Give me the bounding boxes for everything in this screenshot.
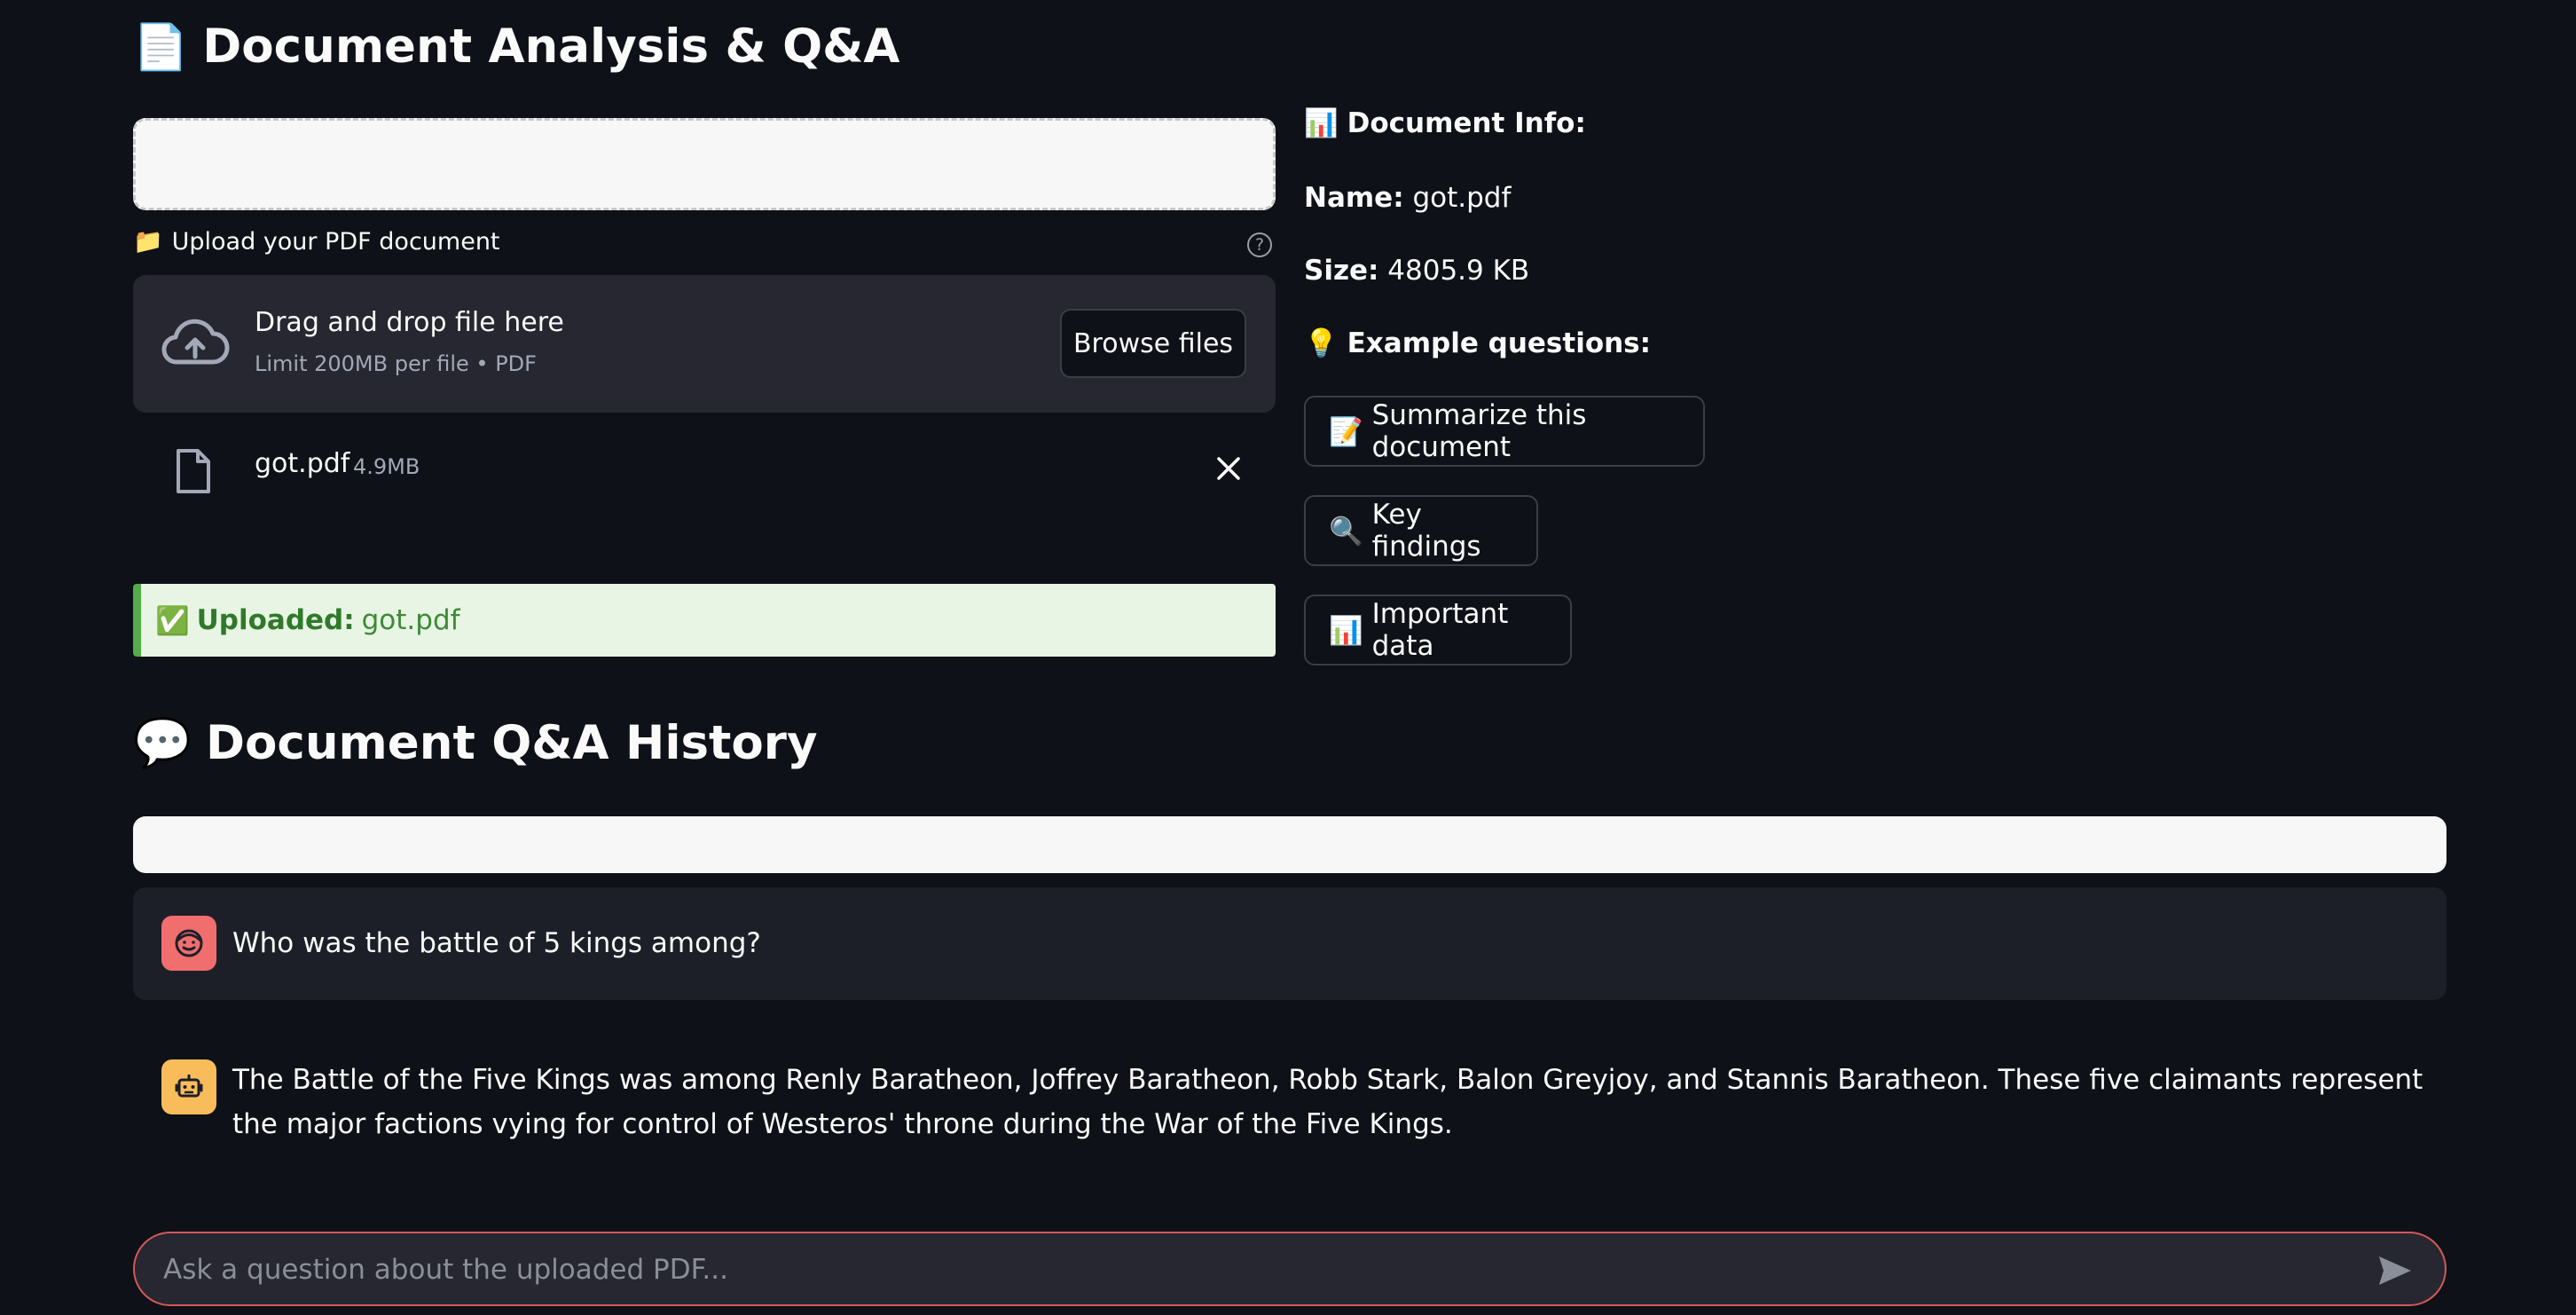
upload-label: 📁 Upload your PDF document — [133, 227, 500, 256]
chat-input[interactable] — [161, 1246, 2365, 1294]
document-name-value: got.pdf — [1412, 182, 1512, 214]
file-dropzone[interactable]: Drag and drop file here Limit 200MB per … — [133, 275, 1276, 413]
user-message-text: Who was the battle of 5 kings among? — [232, 927, 761, 959]
success-value: got.pdf — [361, 604, 460, 636]
user-avatar-icon — [161, 916, 216, 971]
close-icon[interactable] — [1215, 455, 1242, 482]
chat-message-user: Who was the battle of 5 kings among? — [133, 887, 2446, 1000]
example-questions-heading-text: Example questions: — [1347, 327, 1652, 359]
browse-files-button[interactable]: Browse files — [1060, 309, 1246, 378]
bar-chart-icon: 📊 — [1304, 107, 1339, 139]
check-icon: ✅ — [155, 604, 190, 637]
history-title-row: 💬 Document Q&A History — [133, 713, 818, 775]
send-icon[interactable] — [2377, 1255, 2413, 1287]
dropzone-title: Drag and drop file here — [255, 307, 564, 338]
document-name-line: Name: got.pdf — [1304, 182, 1511, 214]
important-data-button[interactable]: 📊 Important data — [1304, 595, 1572, 665]
chat-message-assistant: The Battle of the Five Kings was among R… — [133, 1038, 2446, 1154]
document-info-heading: 📊 Document Info: — [1304, 106, 1586, 140]
folder-icon: 📁 — [133, 228, 163, 256]
file-icon — [177, 449, 210, 493]
bar-chart-icon: 📊 — [1329, 614, 1363, 647]
lightbulb-icon: 💡 — [1304, 327, 1339, 359]
success-label: Uploaded: — [196, 604, 355, 636]
key-findings-button-label: Key findings — [1371, 499, 1481, 563]
history-title: Document Q&A History — [206, 716, 818, 770]
upload-success-banner: ✅ Uploaded: got.pdf — [133, 584, 1276, 657]
document-size-label: Size: — [1304, 255, 1379, 287]
uploaded-file-name: got.pdf — [255, 448, 350, 479]
memo-icon: 📝 — [1329, 415, 1363, 448]
document-name-label: Name: — [1304, 182, 1404, 214]
upload-placeholder-bar — [133, 118, 1276, 210]
document-size-line: Size: 4805.9 KB — [1304, 255, 1529, 287]
document-info-heading-text: Document Info: — [1347, 106, 1586, 139]
history-placeholder-bar — [133, 816, 2446, 873]
speech-bubble-icon: 💬 — [133, 716, 192, 770]
magnifier-icon: 🔍 — [1329, 515, 1363, 547]
example-questions-heading: 💡 Example questions: — [1304, 327, 1652, 360]
document-size-value: 4805.9 KB — [1387, 255, 1530, 287]
page-title: Document Analysis & Q&A — [202, 20, 900, 74]
bot-avatar-icon — [161, 1059, 216, 1114]
help-circle-icon[interactable]: ? — [1247, 232, 1272, 257]
chat-input-container — [133, 1232, 2446, 1306]
uploaded-file-size: 4.9MB — [353, 454, 420, 479]
important-data-button-label: Important data — [1371, 598, 1509, 662]
dropzone-subtitle: Limit 200MB per file • PDF — [255, 351, 537, 376]
cloud-upload-icon — [161, 319, 230, 365]
summarize-button[interactable]: 📝 Summarize this document — [1304, 396, 1705, 467]
assistant-message-text: The Battle of the Five Kings was among R… — [232, 1064, 2423, 1140]
key-findings-button[interactable]: 🔍 Key findings — [1304, 495, 1538, 566]
upload-label-text: Upload your PDF document — [171, 227, 500, 256]
page-title-row: 📄 Document Analysis & Q&A — [133, 16, 899, 78]
document-icon: 📄 — [133, 21, 189, 73]
summarize-button-label: Summarize this document — [1371, 399, 1587, 463]
